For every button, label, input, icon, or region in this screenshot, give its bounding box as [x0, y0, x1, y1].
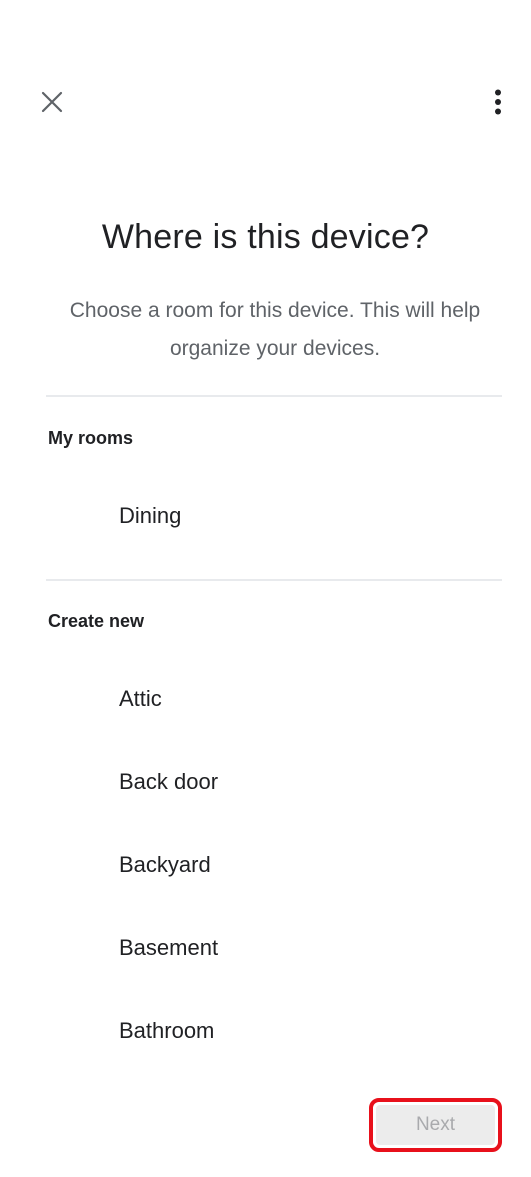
close-icon [41, 91, 63, 113]
close-button[interactable] [30, 80, 74, 124]
room-item-basement[interactable]: Basement [46, 916, 502, 980]
more-options-button[interactable] [476, 80, 520, 124]
room-item-back-door[interactable]: Back door [46, 750, 502, 814]
section-label-my-rooms: My rooms [48, 428, 134, 448]
divider [46, 395, 502, 397]
room-item-bathroom[interactable]: Bathroom [46, 999, 502, 1063]
more-vert-icon [495, 89, 501, 115]
room-selection-screen: Where is this device? Choose a room for … [0, 0, 531, 1177]
top-app-bar [0, 0, 531, 150]
page-subtitle: Choose a room for this device. This will… [69, 299, 481, 360]
page-title: Where is this device? [101, 218, 430, 256]
room-item-attic[interactable]: Attic [46, 667, 502, 731]
room-item-dining[interactable]: Dining [46, 484, 502, 548]
next-button[interactable]: Next [369, 1098, 502, 1152]
room-item-backyard[interactable]: Backyard [46, 833, 502, 897]
divider [46, 579, 502, 581]
next-button-label: Next [376, 1105, 495, 1145]
section-label-create-new: Create new [48, 611, 145, 631]
